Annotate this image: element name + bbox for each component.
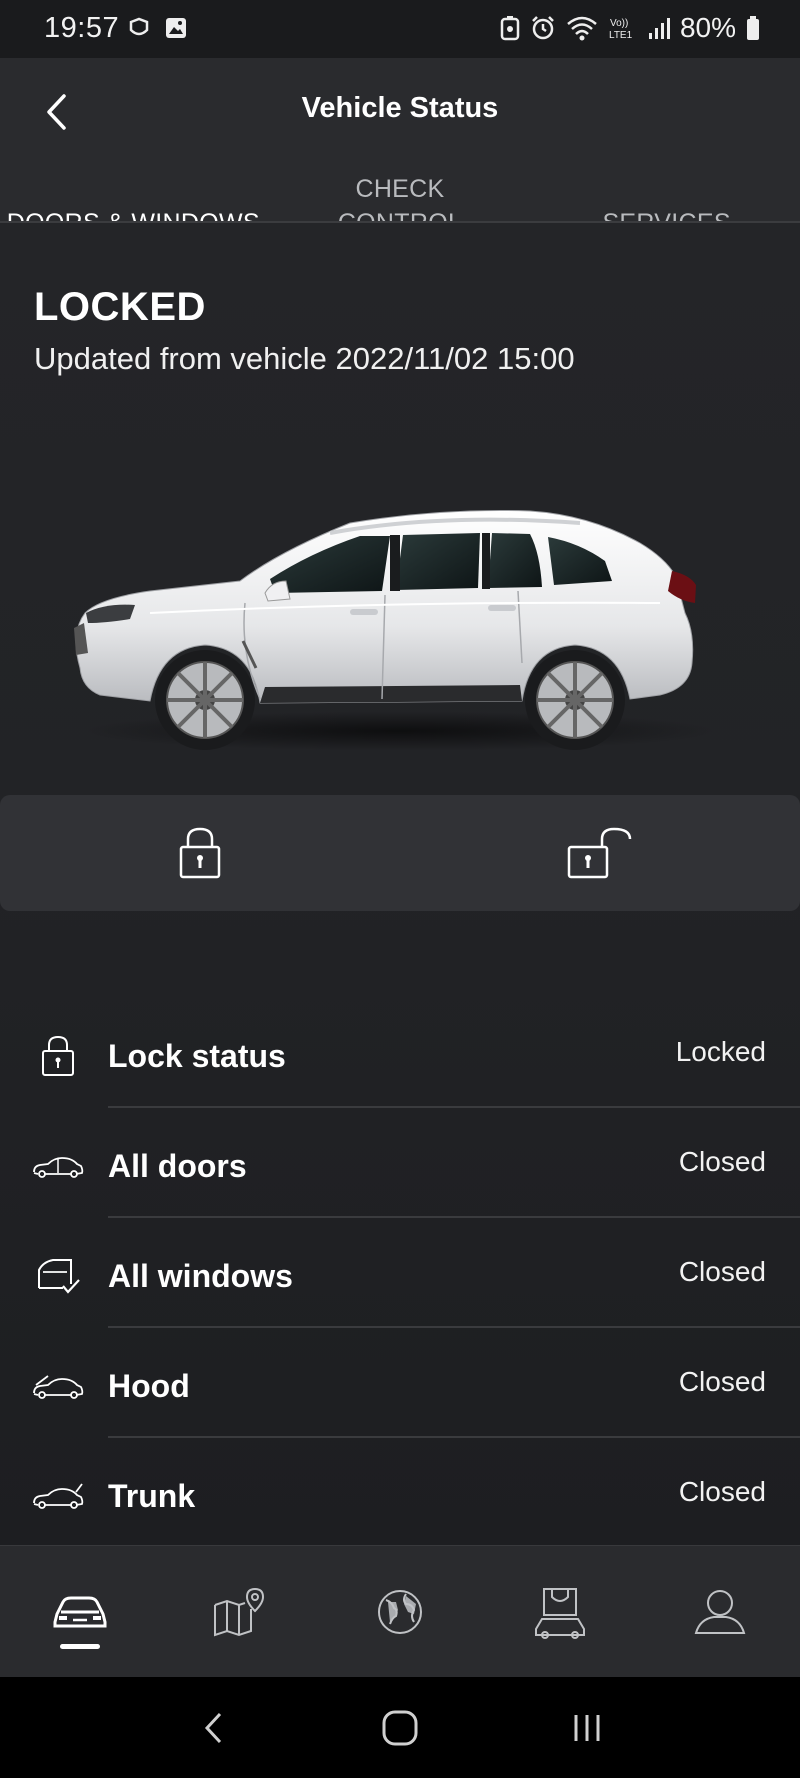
status-row-trunk[interactable]: Trunk Closed <box>0 1438 800 1548</box>
system-navigation <box>0 1677 800 1778</box>
gallery-icon <box>166 18 186 38</box>
lock-closed-icon <box>179 827 221 879</box>
status-row-hood[interactable]: Hood Closed <box>0 1328 800 1438</box>
main-content: LOCKED Updated from vehicle 2022/11/02 1… <box>0 223 800 1548</box>
shop-car-icon <box>535 1587 585 1639</box>
system-back-button[interactable] <box>183 1698 243 1758</box>
row-value: Closed <box>678 1256 766 1287</box>
window-check-icon <box>32 1254 84 1298</box>
system-home-button[interactable] <box>370 1698 430 1758</box>
car-hood-icon <box>32 1364 84 1408</box>
row-value: Closed <box>678 1476 766 1507</box>
row-value: Locked <box>675 1036 766 1067</box>
status-row-doors[interactable]: All doors Closed <box>0 1108 800 1218</box>
updated-timestamp: Updated from vehicle 2022/11/02 15:00 <box>34 341 575 376</box>
status-row-windows[interactable]: All windows Closed <box>0 1218 800 1328</box>
svg-text:LTE1: LTE1 <box>609 30 633 41</box>
battery-percent: 80% <box>679 12 736 43</box>
status-right-icons: Vo)) LTE1 80% <box>500 12 760 44</box>
lock-state-title: LOCKED <box>34 285 206 329</box>
row-label: Hood <box>108 1368 190 1404</box>
lock-button[interactable] <box>0 795 400 911</box>
nav-shop[interactable] <box>480 1546 640 1677</box>
front-wheel <box>155 650 255 750</box>
wifi-icon <box>567 16 597 41</box>
status-left-icons <box>128 16 188 40</box>
unlock-button[interactable] <box>400 795 800 911</box>
status-row-lock[interactable]: Lock status Locked <box>0 998 800 1108</box>
map-pin-icon <box>214 1587 265 1636</box>
car-trunk-icon <box>32 1474 84 1518</box>
car-icon <box>53 1596 107 1627</box>
nav-connected[interactable] <box>320 1546 480 1677</box>
row-label: All windows <box>108 1258 293 1294</box>
row-label: Trunk <box>108 1478 196 1514</box>
data-saver-icon <box>500 16 520 41</box>
svg-text:Vo)): Vo)) <box>610 18 628 29</box>
row-value: Closed <box>678 1146 766 1177</box>
system-recents-button[interactable] <box>557 1698 617 1758</box>
vehicle-image <box>60 463 740 763</box>
alarm-icon <box>532 16 554 40</box>
row-label: All doors <box>108 1148 247 1184</box>
lock-actions-bar <box>0 795 800 911</box>
rear-wheel <box>525 650 625 750</box>
row-label: Lock status <box>108 1038 286 1074</box>
car-doors-icon <box>32 1144 84 1188</box>
bottom-navigation <box>0 1545 800 1677</box>
notification-icon <box>129 17 149 36</box>
app-header: Vehicle Status DOORS & WINDOWS CHECK CON… <box>0 58 800 279</box>
globe-icon <box>378 1589 422 1634</box>
row-value: Closed <box>678 1366 766 1397</box>
back-arrow-icon <box>205 1712 222 1743</box>
volte-icon: Vo)) LTE1 <box>609 18 633 41</box>
home-icon <box>382 1710 418 1745</box>
signal-icon <box>648 18 670 39</box>
status-list: Lock status Locked All doors Closed All … <box>0 998 800 1548</box>
lock-icon <box>32 1034 84 1078</box>
profile-icon <box>694 1589 746 1634</box>
nav-profile[interactable] <box>640 1546 800 1677</box>
nav-vehicle[interactable] <box>0 1546 160 1677</box>
page-title: Vehicle Status <box>301 92 499 124</box>
recents-icon <box>574 1714 600 1741</box>
lock-open-icon <box>567 827 632 879</box>
status-bar: 19:57 Vo)) LTE1 80% <box>0 0 800 58</box>
battery-icon <box>747 16 759 40</box>
status-time: 19:57 <box>44 12 120 44</box>
nav-map[interactable] <box>160 1546 320 1677</box>
